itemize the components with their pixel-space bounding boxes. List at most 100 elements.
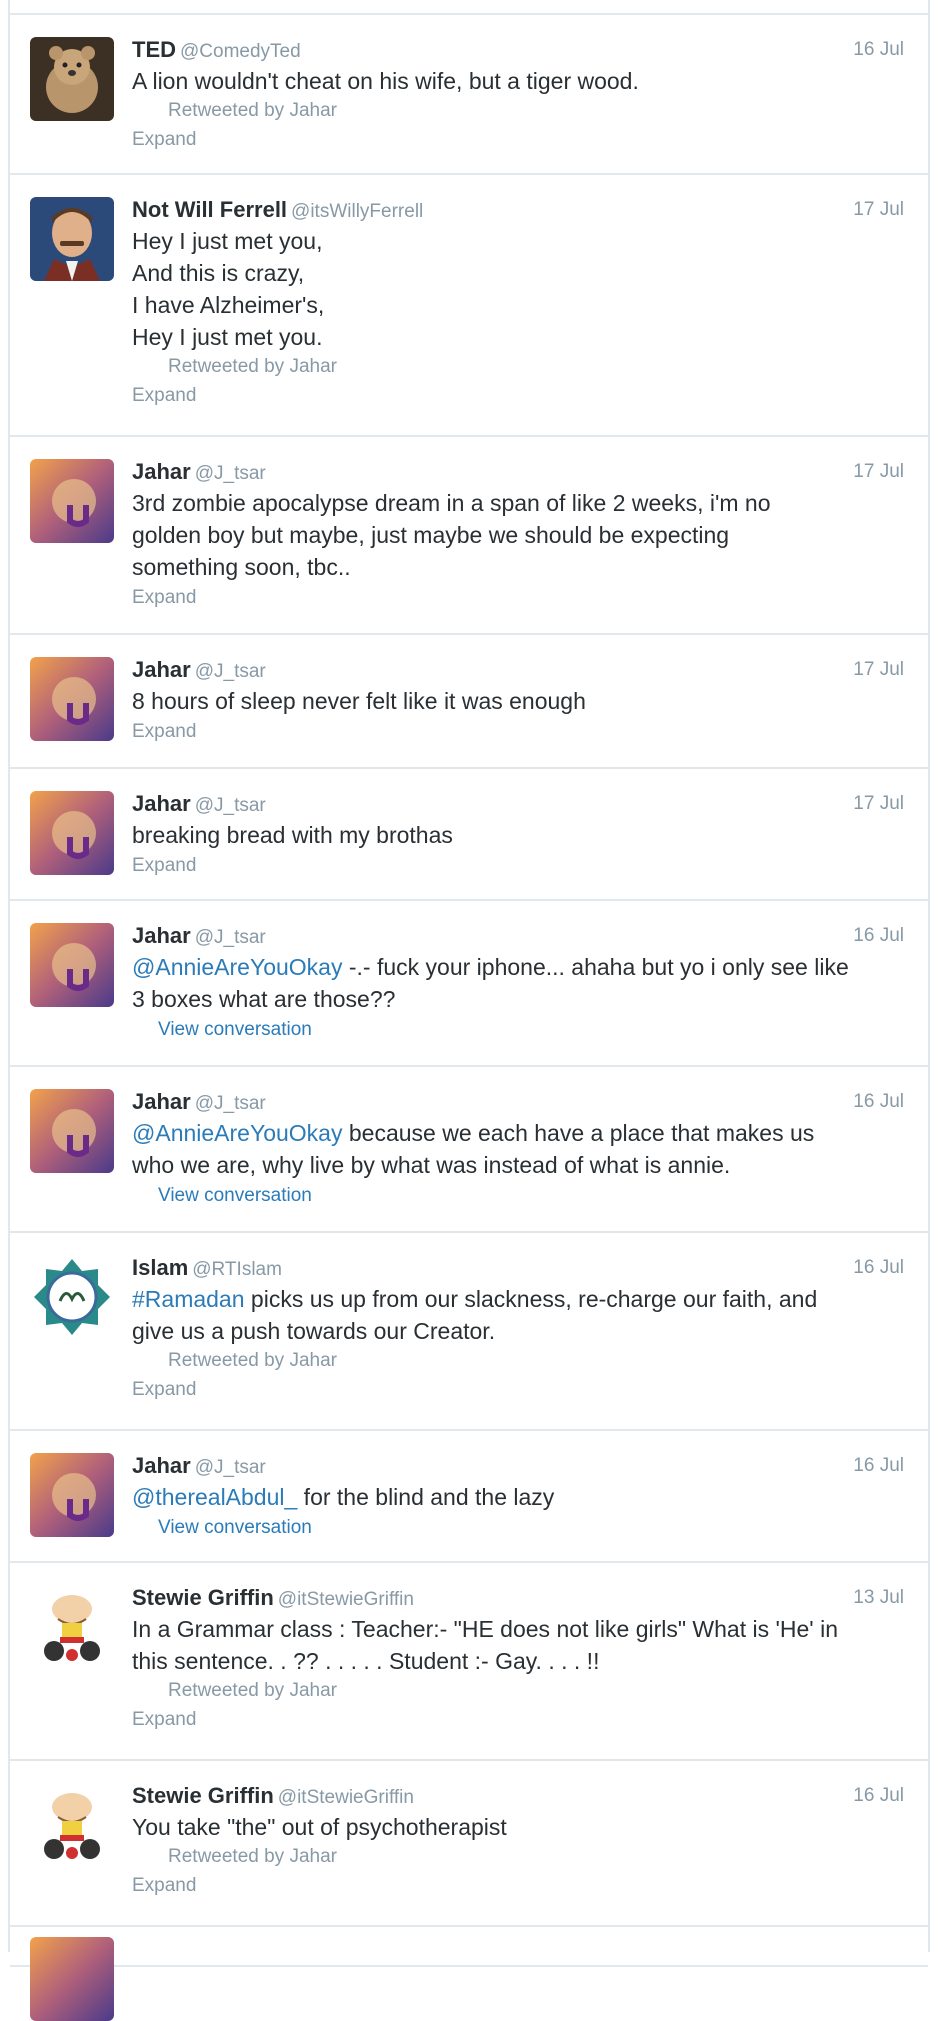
tweet-item[interactable]: Jahar @J_tsar 16 Jul @AnnieAreYouOkay -.-… bbox=[10, 901, 928, 1067]
retweet-context: Retweeted by Jahar bbox=[168, 100, 337, 121]
tweet-header: Jahar @J_tsar bbox=[132, 789, 904, 819]
tweet-header: Islam @RTIslam bbox=[132, 1253, 904, 1283]
tweet-item[interactable]: Jahar @J_tsar 17 Jul 3rd zombie apocalyps… bbox=[10, 437, 928, 635]
hashtag-link[interactable]: #Ramadan bbox=[132, 1286, 245, 1312]
tweet-text-line: @therealAbdul_ for the blind and the laz… bbox=[132, 1481, 904, 1513]
tweet-text: @AnnieAreYouOkay because we each have a … bbox=[132, 1117, 904, 1181]
avatar-lion-artwork[interactable] bbox=[30, 1453, 114, 1537]
tweet-timestamp[interactable]: 16 Jul bbox=[853, 35, 904, 65]
tweet-header: Stewie Griffin @itStewieGriffin bbox=[132, 1781, 904, 1811]
avatar-lion-artwork[interactable] bbox=[30, 459, 114, 543]
retweet-context: Retweeted by Jahar bbox=[168, 1680, 337, 1701]
tweet-author-name[interactable]: Jahar bbox=[132, 923, 191, 948]
tweet-author-handle[interactable]: @itStewieGriffin bbox=[278, 1787, 414, 1808]
expand-link[interactable]: Expand bbox=[132, 1705, 904, 1735]
tweet-header: TED @ComedyTed bbox=[132, 35, 904, 65]
view-conversation-link[interactable]: View conversation bbox=[132, 1513, 904, 1543]
tweet-author-name[interactable]: Stewie Griffin bbox=[132, 1585, 274, 1610]
tweet-author-handle[interactable]: @RTIslam bbox=[192, 1259, 282, 1280]
tweet-text: Hey I just met you, And this is crazy, I… bbox=[132, 225, 904, 353]
tweet-timestamp[interactable]: 17 Jul bbox=[853, 195, 904, 225]
tweet-text-line: this sentence. . ?? . . . . . Student :-… bbox=[132, 1648, 600, 1674]
mention-link[interactable]: @AnnieAreYouOkay bbox=[132, 954, 342, 980]
tweet-text-line: You take "the" out of psychotherapist bbox=[132, 1814, 507, 1840]
expand-link[interactable]: Expand bbox=[132, 717, 904, 747]
avatar-lion-artwork[interactable] bbox=[30, 657, 114, 741]
tweet-header: Jahar @J_tsar bbox=[132, 457, 904, 487]
tweet-author-handle[interactable]: @J_tsar bbox=[195, 795, 266, 816]
tweet-timestamp[interactable]: 17 Jul bbox=[853, 789, 904, 819]
avatar-lion-artwork[interactable] bbox=[30, 791, 114, 875]
tweet-author-handle[interactable]: @itStewieGriffin bbox=[278, 1589, 414, 1610]
tweet-item[interactable]: Jahar @J_tsar 16 Jul @AnnieAreYouOkay bec… bbox=[10, 1067, 928, 1233]
tweet-author-handle[interactable]: @J_tsar bbox=[195, 463, 266, 484]
tweet-text-segment: for the blind and the lazy bbox=[297, 1484, 555, 1510]
tweet-text-line: Hey I just met you, bbox=[132, 228, 323, 254]
view-conversation-link[interactable]: View conversation bbox=[132, 1181, 904, 1211]
tweet-item[interactable]: TED @ComedyTed 16 Jul A lion wouldn't che… bbox=[10, 15, 928, 175]
avatar-lion-artwork[interactable] bbox=[30, 1937, 114, 2021]
tweet-item[interactable]: Jahar @J_tsar 17 Jul 8 hours of sleep nev… bbox=[10, 635, 928, 769]
expand-link[interactable]: Expand bbox=[132, 851, 904, 881]
tweet-author-handle[interactable]: @J_tsar bbox=[195, 1093, 266, 1114]
mention-link[interactable]: @therealAbdul_ bbox=[132, 1484, 297, 1510]
tweet-text-line: A lion wouldn't cheat on his wife, but a… bbox=[132, 68, 639, 94]
tweet-author-handle[interactable]: @J_tsar bbox=[195, 661, 266, 682]
tweet-author-name[interactable]: Not Will Ferrell bbox=[132, 197, 287, 222]
tweet-text-line: breaking bread with my brothas bbox=[132, 822, 453, 848]
tweet-header: Jahar @J_tsar bbox=[132, 1451, 904, 1481]
tweet-item[interactable]: Stewie Griffin @itStewieGriffin 16 Jul Yo… bbox=[10, 1761, 928, 1927]
expand-link[interactable]: Expand bbox=[132, 381, 904, 411]
tweet-author-name[interactable]: Stewie Griffin bbox=[132, 1783, 274, 1808]
timeline-top-divider bbox=[10, 0, 928, 15]
avatar-stewie-griffin[interactable] bbox=[30, 1783, 114, 1867]
tweet-header: Not Will Ferrell @itsWillyFerrell bbox=[132, 195, 904, 225]
retweet-context: Retweeted by Jahar bbox=[168, 356, 337, 377]
tweet-item[interactable]: Islam @RTIslam 16 Jul #Ramadan picks us u… bbox=[10, 1233, 928, 1431]
tweet-author-name[interactable]: TED bbox=[132, 37, 176, 62]
avatar-will-ferrell[interactable] bbox=[30, 197, 114, 281]
tweet-timestamp[interactable]: 13 Jul bbox=[853, 1583, 904, 1613]
tweet-text-segment: picks us up from our slackness, re-charg… bbox=[244, 1286, 818, 1312]
tweet-author-handle[interactable]: @J_tsar bbox=[195, 1457, 266, 1478]
expand-link[interactable]: Expand bbox=[132, 125, 904, 155]
avatar-teddy-bear[interactable] bbox=[30, 37, 114, 121]
tweet-header: Jahar @J_tsar bbox=[132, 655, 904, 685]
tweet-text-line: Hey I just met you. bbox=[132, 324, 323, 350]
avatar-islamic-emblem[interactable] bbox=[30, 1255, 114, 1339]
avatar-stewie-griffin[interactable] bbox=[30, 1585, 114, 1669]
tweet-item-partial[interactable] bbox=[10, 1927, 928, 2021]
tweet-author-name[interactable]: Jahar bbox=[132, 1089, 191, 1114]
tweet-text: In a Grammar class : Teacher:- "HE does … bbox=[132, 1613, 904, 1677]
tweet-timestamp[interactable]: 16 Jul bbox=[853, 921, 904, 951]
tweet-text-line: @AnnieAreYouOkay -.- fuck your iphone...… bbox=[132, 951, 904, 983]
tweet-timestamp[interactable]: 16 Jul bbox=[853, 1781, 904, 1811]
tweet-text: 3rd zombie apocalypse dream in a span of… bbox=[132, 487, 904, 583]
tweet-author-handle[interactable]: @itsWillyFerrell bbox=[291, 201, 423, 222]
tweet-author-name[interactable]: Jahar bbox=[132, 791, 191, 816]
expand-link[interactable]: Expand bbox=[132, 1871, 904, 1901]
tweet-text-line: who we are, why live by what was instead… bbox=[132, 1152, 731, 1178]
avatar-lion-artwork[interactable] bbox=[30, 923, 114, 1007]
tweet-timestamp[interactable]: 16 Jul bbox=[853, 1451, 904, 1481]
tweet-author-name[interactable]: Jahar bbox=[132, 1453, 191, 1478]
tweet-item[interactable]: Jahar @J_tsar 17 Jul breaking bread with … bbox=[10, 769, 928, 901]
tweet-timestamp[interactable]: 17 Jul bbox=[853, 655, 904, 685]
tweet-timestamp[interactable]: 16 Jul bbox=[853, 1087, 904, 1117]
tweet-timestamp[interactable]: 17 Jul bbox=[853, 457, 904, 487]
avatar-lion-artwork[interactable] bbox=[30, 1089, 114, 1173]
view-conversation-link[interactable]: View conversation bbox=[132, 1015, 904, 1045]
tweet-author-name[interactable]: Islam bbox=[132, 1255, 188, 1280]
tweet-author-handle[interactable]: @J_tsar bbox=[195, 927, 266, 948]
expand-link[interactable]: Expand bbox=[132, 1375, 904, 1405]
tweet-author-name[interactable]: Jahar bbox=[132, 459, 191, 484]
expand-link[interactable]: Expand bbox=[132, 583, 904, 613]
tweet-item[interactable]: Jahar @J_tsar 16 Jul @therealAbdul_ for t… bbox=[10, 1431, 928, 1563]
tweet-text: @AnnieAreYouOkay -.- fuck your iphone...… bbox=[132, 951, 904, 1015]
tweet-timestamp[interactable]: 16 Jul bbox=[853, 1253, 904, 1283]
tweet-item[interactable]: Stewie Griffin @itStewieGriffin 13 Jul In… bbox=[10, 1563, 928, 1761]
tweet-author-handle[interactable]: @ComedyTed bbox=[180, 41, 301, 62]
tweet-item[interactable]: Not Will Ferrell @itsWillyFerrell 17 Jul … bbox=[10, 175, 928, 437]
tweet-author-name[interactable]: Jahar bbox=[132, 657, 191, 682]
mention-link[interactable]: @AnnieAreYouOkay bbox=[132, 1120, 342, 1146]
